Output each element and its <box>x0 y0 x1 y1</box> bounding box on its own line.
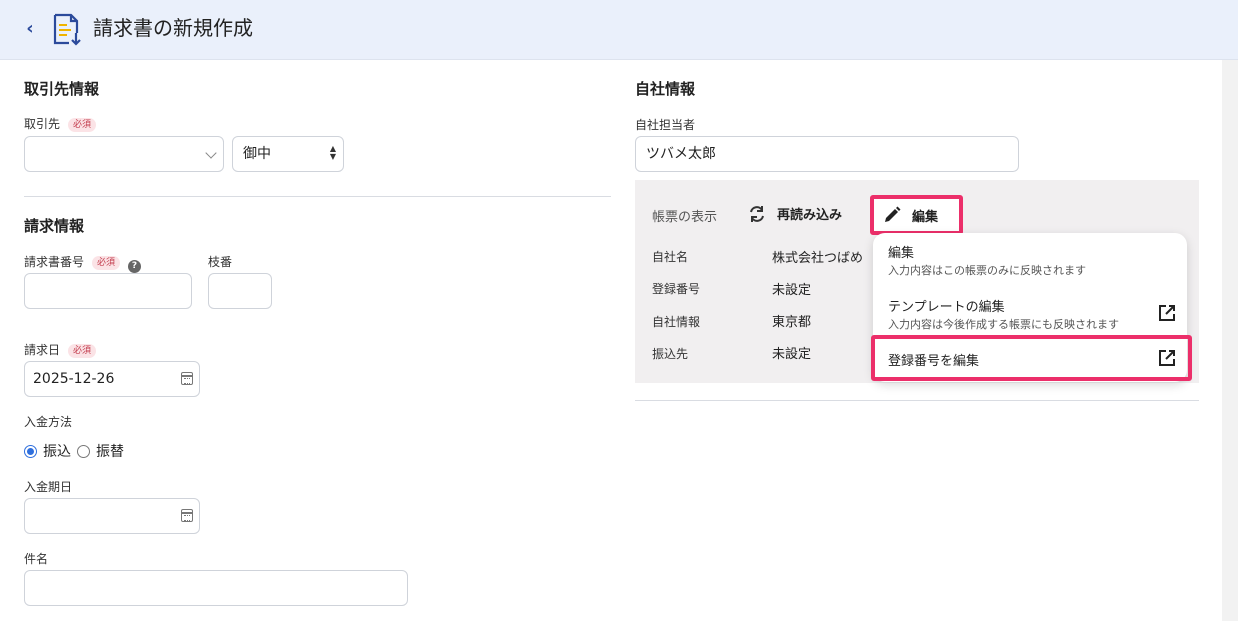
radio-debit-label[interactable]: 振替 <box>96 441 124 461</box>
page-title: 請求書の新規作成 <box>93 16 253 40</box>
invoice-document-icon <box>53 13 81 46</box>
radio-transfer-label[interactable]: 振込 <box>43 441 71 461</box>
info-key-company-info: 自社情報 <box>652 315 701 329</box>
invoice-number-input[interactable] <box>24 273 192 309</box>
honorific-select-value: 御中 <box>243 146 271 162</box>
invoice-number-label: 請求書番号 必須? <box>24 253 142 273</box>
external-link-icon <box>1159 305 1175 321</box>
help-icon[interactable]: ? <box>128 260 142 273</box>
section-divider <box>635 400 1199 401</box>
info-key-bank-account: 振込先 <box>652 347 689 361</box>
due-date-label: 入金期日 <box>24 480 73 494</box>
calendar-icon[interactable] <box>181 372 193 385</box>
chevron-down-icon <box>205 147 217 159</box>
invoice-date-input[interactable]: 2025-12-26 <box>24 361 200 397</box>
info-value-company-info: 東京都 <box>772 315 812 330</box>
menu-item-edit-label: 編集 <box>888 246 915 261</box>
radio-debit[interactable] <box>77 444 90 458</box>
radio-transfer[interactable] <box>24 444 37 458</box>
section-divider <box>24 196 611 197</box>
person-label: 自社担当者 <box>635 118 696 132</box>
client-label: 取引先 必須 <box>24 115 97 132</box>
back-button[interactable]: ‹ <box>20 18 40 40</box>
client-label-text: 取引先 <box>24 117 61 131</box>
person-value: ツバメ太郎 <box>646 146 716 162</box>
required-badge: 必須 <box>68 118 97 132</box>
payment-method-label: 入金方法 <box>24 415 73 429</box>
info-value-bank-account: 未設定 <box>772 347 812 362</box>
pencil-icon <box>885 206 901 222</box>
edit-button-label: 編集 <box>912 210 939 225</box>
panel-title: 帳票の表示 <box>652 210 718 225</box>
reload-button[interactable]: 再読み込み <box>747 204 842 223</box>
scrollbar[interactable] <box>1222 60 1238 621</box>
invoice-date-label-text: 請求日 <box>24 343 61 357</box>
branch-input[interactable] <box>208 273 272 309</box>
page-header: ‹ 請求書の新規作成 <box>0 0 1238 60</box>
client-section-title: 取引先情報 <box>24 80 100 98</box>
calendar-icon[interactable] <box>181 509 193 522</box>
info-key-registration-number: 登録番号 <box>652 282 701 296</box>
reload-label: 再読み込み <box>777 208 843 223</box>
subject-input[interactable] <box>24 570 408 606</box>
subject-label: 件名 <box>24 552 49 566</box>
menu-item-edit-registration-number[interactable]: 登録番号を編集 <box>888 350 979 369</box>
info-value-company-name: 株式会社つばめ <box>772 251 864 266</box>
person-input[interactable]: ツバメ太郎 <box>635 136 1019 172</box>
invoice-section-title: 請求情報 <box>24 217 85 235</box>
branch-label: 枝番 <box>208 255 233 269</box>
menu-item-edit-registration-number-label: 登録番号を編集 <box>888 354 980 369</box>
edit-dropdown-menu: 編集 入力内容はこの帳票のみに反映されます テンプレートの編集 入力内容は今後作… <box>873 233 1187 382</box>
menu-item-edit-template-label: テンプレートの編集 <box>888 300 1005 315</box>
menu-item-edit-template-sub: 入力内容は今後作成する帳票にも反映されます <box>888 318 1119 331</box>
refresh-icon <box>750 205 764 222</box>
required-badge: 必須 <box>92 256 121 270</box>
menu-item-edit-template[interactable]: テンプレートの編集 入力内容は今後作成する帳票にも反映されます <box>888 296 1119 332</box>
honorific-select[interactable]: 御中 ▲ ▼ <box>232 136 344 172</box>
external-link-icon <box>1159 350 1175 366</box>
company-section-title: 自社情報 <box>635 80 696 98</box>
payment-method-radios: 振込 振替 <box>24 441 130 461</box>
client-select[interactable] <box>24 136 224 172</box>
select-arrows-icon: ▲ ▼ <box>329 144 336 161</box>
menu-item-edit[interactable]: 編集 入力内容はこの帳票のみに反映されます <box>888 242 1086 278</box>
invoice-date-value: 2025-12-26 <box>33 371 115 387</box>
required-badge: 必須 <box>68 344 97 358</box>
info-value-registration-number: 未設定 <box>772 283 812 298</box>
due-date-input[interactable] <box>24 498 200 534</box>
edit-button[interactable]: 編集 <box>870 195 963 235</box>
info-key-company-name: 自社名 <box>652 250 689 264</box>
menu-item-edit-sub: 入力内容はこの帳票のみに反映されます <box>888 264 1086 277</box>
invoice-number-label-text: 請求書番号 <box>24 255 85 269</box>
invoice-date-label: 請求日 必須 <box>24 341 97 358</box>
